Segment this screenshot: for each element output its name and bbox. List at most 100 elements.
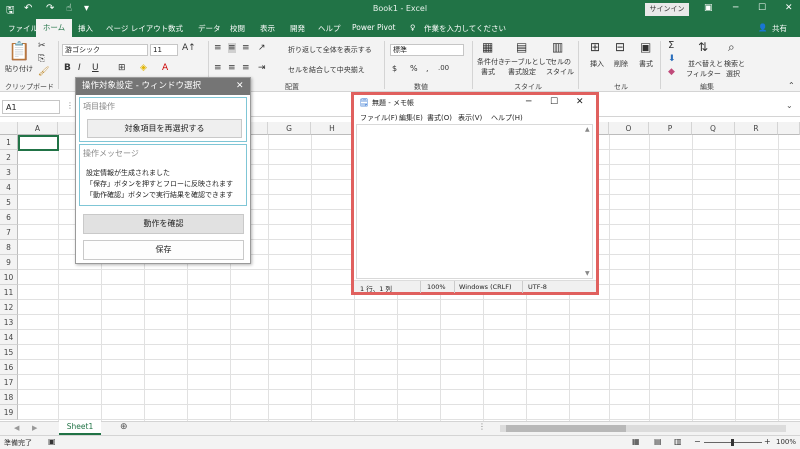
zoom-out-icon[interactable]: − (694, 437, 701, 446)
autosum-icon[interactable]: Σ (668, 40, 674, 51)
percent-icon[interactable]: % (410, 64, 418, 73)
menu-file[interactable]: ファイル(F) (360, 113, 398, 123)
save-button[interactable]: 保存 (83, 240, 244, 260)
align-middle-icon[interactable]: ≡ (228, 43, 236, 53)
column-header[interactable]: H (311, 122, 354, 135)
zoom-slider-thumb[interactable] (731, 439, 734, 446)
bold-icon[interactable]: B (64, 63, 71, 73)
scroll-down-icon[interactable]: ▼ (585, 270, 590, 277)
align-bottom-icon[interactable]: ≡ (242, 43, 250, 53)
column-header[interactable]: Q (692, 122, 735, 135)
sort-filter-label-2[interactable]: フィルター (686, 69, 721, 79)
tab-power-pivot[interactable]: Power Pivot (352, 23, 395, 32)
insert-cells-button[interactable]: 挿入 (590, 59, 604, 69)
align-left-icon[interactable]: ≡ (214, 63, 222, 73)
row-header[interactable]: 8 (0, 240, 18, 255)
sort-filter-label-1[interactable]: 並べ替えと (688, 59, 723, 69)
paste-icon[interactable]: 📋 (8, 41, 30, 62)
copy-icon[interactable]: ⎘ (38, 54, 45, 64)
font-color-icon[interactable]: A (162, 63, 168, 73)
expand-formula-icon[interactable]: ⌄ (786, 101, 793, 110)
align-right-icon[interactable]: ≡ (242, 63, 250, 73)
row-header[interactable]: 5 (0, 195, 18, 210)
row-header[interactable]: 11 (0, 285, 18, 300)
scroll-left-icon[interactable]: ◀ (14, 424, 19, 432)
active-cell[interactable] (18, 135, 59, 151)
format-as-table-label-1[interactable]: テーブルとして (504, 57, 552, 67)
border-icon[interactable]: ⊞ (118, 63, 126, 73)
notepad-text-area[interactable]: ▲ ▼ (356, 124, 593, 279)
tab-developer[interactable]: 開発 (290, 23, 305, 34)
sheet-tab-sheet1[interactable]: Sheet1 (59, 421, 101, 435)
row-header[interactable]: 2 (0, 150, 18, 165)
row-header[interactable]: 10 (0, 270, 18, 285)
collapse-ribbon-icon[interactable]: ⌃ (788, 81, 795, 90)
orientation-icon[interactable]: ↗ (258, 43, 266, 53)
row-header[interactable]: 14 (0, 330, 18, 345)
grow-font-icon[interactable]: A↑ (182, 43, 196, 53)
notepad-close-icon[interactable]: ✕ (576, 97, 584, 107)
font-name-select[interactable]: 游ゴシック (62, 44, 148, 56)
page-layout-view-icon[interactable]: ▤ (654, 437, 662, 446)
format-cells-button[interactable]: 書式 (639, 59, 653, 69)
menu-edit[interactable]: 編集(E) (399, 113, 423, 123)
row-header[interactable]: 4 (0, 180, 18, 195)
normal-view-icon[interactable]: ▦ (632, 437, 640, 446)
merge-center-button[interactable]: セルを結合して中央揃え (288, 65, 365, 75)
cell-styles-label-1[interactable]: セルの (550, 57, 571, 67)
menu-help[interactable]: ヘルプ(H) (491, 113, 523, 123)
scroll-up-icon[interactable]: ▲ (585, 126, 590, 133)
align-center-icon[interactable]: ≡ (228, 63, 236, 73)
fill-color-icon[interactable]: ◈ (140, 63, 147, 73)
menu-view[interactable]: 表示(V) (458, 113, 482, 123)
column-header[interactable]: R (735, 122, 778, 135)
name-box[interactable]: A1 (2, 100, 60, 114)
find-select-label-1[interactable]: 検索と (724, 59, 745, 69)
row-header[interactable]: 16 (0, 360, 18, 375)
row-header[interactable]: 17 (0, 375, 18, 390)
conditional-format-label-2[interactable]: 書式 (481, 67, 495, 77)
row-header[interactable]: 6 (0, 210, 18, 225)
row-header[interactable]: 7 (0, 225, 18, 240)
zoom-level[interactable]: 100% (776, 438, 796, 446)
currency-icon[interactable]: $ (392, 64, 397, 73)
ribbon-display-icon[interactable]: ▣ (704, 3, 713, 13)
scroll-right-icon[interactable]: ▶ (32, 424, 37, 432)
row-header[interactable]: 13 (0, 315, 18, 330)
menu-format[interactable]: 書式(O) (427, 113, 452, 123)
tab-data[interactable]: データ (198, 23, 221, 34)
column-header[interactable]: P (649, 122, 692, 135)
add-sheet-icon[interactable]: ⊕ (120, 422, 128, 432)
tab-page-layout[interactable]: ページ レイアウト (106, 23, 168, 34)
comma-icon[interactable]: , (426, 64, 429, 73)
notepad-minimize-icon[interactable]: ─ (526, 97, 531, 107)
format-as-table-label-2[interactable]: 書式設定 (508, 67, 536, 77)
format-as-table-icon[interactable]: ▤ (516, 40, 527, 54)
delete-cells-icon[interactable]: ⊟ (615, 40, 625, 54)
wrap-text-button[interactable]: 折り返して全体を表示する (288, 45, 372, 55)
signin-button[interactable]: サインイン (645, 3, 689, 16)
row-header[interactable]: 9 (0, 255, 18, 270)
tab-home[interactable]: ホーム (36, 19, 72, 37)
macro-record-icon[interactable]: ▣ (48, 437, 56, 446)
tab-file[interactable]: ファイル (8, 23, 38, 34)
align-top-icon[interactable]: ≡ (214, 43, 222, 53)
horizontal-scrollbar-thumb[interactable] (506, 425, 626, 432)
panel-close-icon[interactable]: ✕ (236, 81, 244, 91)
notepad-maximize-icon[interactable]: ☐ (550, 97, 558, 107)
increase-decimal-icon[interactable]: .00 (438, 64, 449, 72)
cell-styles-label-2[interactable]: スタイル (546, 67, 574, 77)
split-handle-icon[interactable]: ⋮ (478, 422, 486, 431)
tell-me-box[interactable]: 作業を入力してください (424, 23, 506, 34)
zoom-in-icon[interactable]: + (764, 437, 771, 446)
cell-styles-icon[interactable]: ▥ (552, 40, 563, 54)
format-painter-icon[interactable]: 🖌 (38, 67, 49, 77)
italic-icon[interactable]: I (78, 63, 81, 73)
tab-formulas[interactable]: 数式 (168, 23, 183, 34)
column-header[interactable]: G (268, 122, 311, 135)
verify-button[interactable]: 動作を確認 (83, 214, 244, 234)
share-button[interactable]: 共有 (772, 23, 787, 34)
select-all-corner[interactable] (0, 122, 18, 135)
clear-icon[interactable]: ◆ (668, 67, 675, 77)
row-header[interactable]: 12 (0, 300, 18, 315)
